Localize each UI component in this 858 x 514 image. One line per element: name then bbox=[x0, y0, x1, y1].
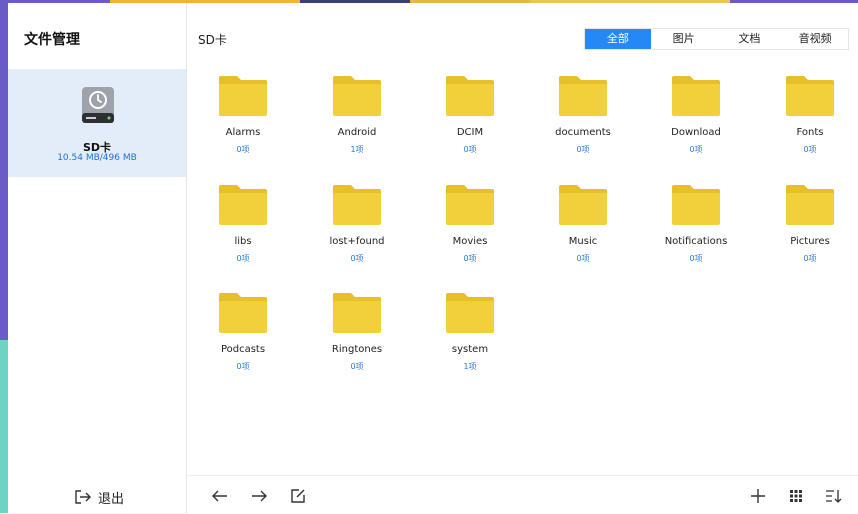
folder-name: Ringtones bbox=[331, 344, 383, 355]
folder-item[interactable]: Download 0项 bbox=[646, 76, 746, 166]
folder-item[interactable]: Alarms 0项 bbox=[193, 76, 293, 166]
folder-count: 0项 bbox=[576, 145, 590, 154]
folder-icon bbox=[446, 185, 494, 225]
folder-count: 1项 bbox=[350, 145, 364, 154]
folder-count: 1项 bbox=[463, 362, 477, 371]
folder-item[interactable]: system 1项 bbox=[420, 293, 520, 383]
folder-icon bbox=[333, 185, 381, 225]
folder-item[interactable]: lost+found 0项 bbox=[307, 185, 407, 275]
folder-icon bbox=[559, 185, 607, 225]
folder-icon bbox=[786, 185, 834, 225]
folder-icon bbox=[786, 76, 834, 116]
folder-item[interactable]: Android 1项 bbox=[307, 76, 407, 166]
folder-name: Pictures bbox=[790, 236, 830, 247]
plus-icon[interactable] bbox=[748, 486, 768, 506]
folder-count: 0项 bbox=[350, 254, 364, 263]
folder-name: system bbox=[451, 344, 489, 355]
folder-count: 0项 bbox=[236, 254, 250, 263]
arrow-left-icon[interactable] bbox=[210, 486, 230, 506]
folder-count: 0项 bbox=[689, 145, 703, 154]
folder-icon bbox=[219, 185, 267, 225]
folder-icon bbox=[672, 76, 720, 116]
folder-item[interactable]: DCIM 0项 bbox=[420, 76, 520, 166]
folder-item[interactable]: libs 0项 bbox=[193, 185, 293, 275]
arrow-right-icon[interactable] bbox=[249, 486, 269, 506]
folder-name: Alarms bbox=[225, 127, 261, 138]
folder-count: 0项 bbox=[236, 362, 250, 371]
folder-icon bbox=[219, 76, 267, 116]
folder-name: documents bbox=[555, 127, 611, 138]
folder-name: Notifications bbox=[664, 236, 728, 247]
folder-count: 0项 bbox=[236, 145, 250, 154]
tab-media[interactable]: 音视频 bbox=[782, 29, 848, 49]
device-storage: 10.54 MB/496 MB bbox=[57, 153, 137, 163]
app-title: 文件管理 bbox=[24, 32, 80, 48]
hard-drive-icon bbox=[82, 87, 114, 123]
folder-item[interactable]: Notifications 0项 bbox=[646, 185, 746, 275]
sort-icon[interactable] bbox=[823, 486, 843, 506]
folder-item[interactable]: Podcasts 0项 bbox=[193, 293, 293, 383]
folder-item[interactable]: Pictures 0项 bbox=[760, 185, 858, 275]
left-edge-accent bbox=[0, 0, 8, 513]
tab-images[interactable]: 图片 bbox=[651, 29, 717, 49]
folder-icon bbox=[333, 76, 381, 116]
grid-view-icon[interactable] bbox=[786, 486, 806, 506]
folder-item[interactable]: Music 0项 bbox=[533, 185, 633, 275]
tab-documents[interactable]: 文档 bbox=[717, 29, 783, 49]
exit-icon bbox=[75, 490, 91, 504]
folder-name: Movies bbox=[452, 236, 488, 247]
folder-count: 0项 bbox=[689, 254, 703, 263]
folder-icon bbox=[672, 185, 720, 225]
folder-name: Podcasts bbox=[220, 344, 266, 355]
folder-item[interactable]: Fonts 0项 bbox=[760, 76, 858, 166]
tab-all[interactable]: 全部 bbox=[585, 29, 651, 49]
edit-icon[interactable] bbox=[288, 486, 308, 506]
folder-item[interactable]: documents 0项 bbox=[533, 76, 633, 166]
folder-icon bbox=[446, 76, 494, 116]
folder-item[interactable]: Ringtones 0项 bbox=[307, 293, 407, 383]
folder-name: Download bbox=[671, 127, 721, 138]
folder-name: DCIM bbox=[456, 127, 484, 138]
current-path: SD卡 bbox=[198, 33, 227, 47]
exit-button[interactable]: 退出 bbox=[74, 487, 124, 507]
folder-name: Fonts bbox=[796, 127, 824, 138]
sidebar-item-sd-card[interactable]: SD卡 10.54 MB/496 MB bbox=[8, 69, 186, 177]
folder-name: Music bbox=[568, 236, 598, 247]
folder-count: 0项 bbox=[350, 362, 364, 371]
sidebar: 文件管理 SD卡 10.54 MB/496 MB 退出 bbox=[8, 3, 187, 513]
category-filter: 全部 图片 文档 音视频 bbox=[584, 28, 849, 50]
folder-count: 0项 bbox=[803, 145, 817, 154]
folder-name: Android bbox=[337, 127, 377, 138]
folder-name: libs bbox=[234, 236, 252, 247]
file-browser: SD卡 全部 图片 文档 音视频 Alarms 0项 Android 1项 DC… bbox=[187, 3, 858, 514]
folder-icon bbox=[333, 293, 381, 333]
folder-count: 0项 bbox=[803, 254, 817, 263]
folder-name: lost+found bbox=[329, 236, 385, 247]
folder-count: 0项 bbox=[576, 254, 590, 263]
folder-icon bbox=[219, 293, 267, 333]
folder-item[interactable]: Movies 0项 bbox=[420, 185, 520, 275]
folder-icon bbox=[559, 76, 607, 116]
exit-label: 退出 bbox=[98, 491, 125, 507]
folder-icon bbox=[446, 293, 494, 333]
folder-count: 0项 bbox=[463, 145, 477, 154]
folder-count: 0项 bbox=[463, 254, 477, 263]
bottom-toolbar bbox=[187, 475, 858, 514]
